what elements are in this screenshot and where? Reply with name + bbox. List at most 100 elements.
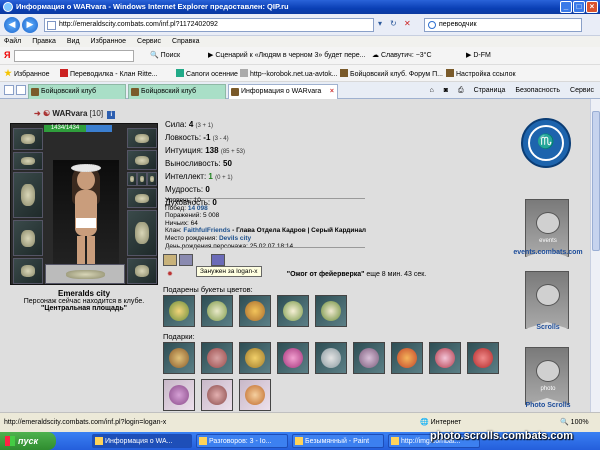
yandex-search-input[interactable] xyxy=(14,50,134,62)
url-field[interactable]: http://emeraldscity.combats.com/inf.pl?1… xyxy=(44,18,374,32)
fav-link-5[interactable]: Настройка ссылок xyxy=(446,69,516,78)
gift-item[interactable] xyxy=(429,342,461,374)
window-title: Информация о WARvara - Windows Internet … xyxy=(16,2,289,11)
feeds-icon[interactable]: ◙ xyxy=(444,87,448,95)
events-link[interactable]: events.combats.com xyxy=(513,249,583,256)
fav-link-4[interactable]: Бойцовский клуб. Форум П... xyxy=(340,69,443,78)
print-icon[interactable]: ⎙ xyxy=(458,87,464,95)
belt-slot[interactable] xyxy=(13,258,43,284)
minimize-button[interactable]: _ xyxy=(560,1,572,13)
location-city: Emeralds city xyxy=(57,289,111,298)
menu-help[interactable]: Справка xyxy=(172,36,199,47)
gift-item[interactable] xyxy=(163,342,195,374)
page-menu[interactable]: Страница xyxy=(474,87,506,95)
effect-icon[interactable] xyxy=(211,254,225,266)
home-icon[interactable]: ⌂ xyxy=(430,87,434,95)
events-badge[interactable]: ♏ xyxy=(521,118,571,168)
favorites-bar: Избранное Переводилка - Клан Ritte... Са… xyxy=(0,65,600,82)
ring3-slot[interactable] xyxy=(147,172,157,186)
tab-fight-club-1[interactable]: Бойцовский клуб xyxy=(28,84,126,99)
fav-link-1[interactable]: Переводилка - Клан Ritte... xyxy=(60,69,158,78)
start-button[interactable]: пуск xyxy=(0,432,56,450)
weapon-slot[interactable] xyxy=(13,172,43,218)
ring2-slot[interactable] xyxy=(137,172,147,186)
maximize-button[interactable]: □ xyxy=(573,1,585,13)
taskbar-item[interactable]: Разговоров: 3 - Io... xyxy=(196,434,288,448)
fav-link-3[interactable]: http--korobok.net.ua-avtok... xyxy=(240,69,338,78)
yandex-logo-icon[interactable]: Я xyxy=(4,50,10,60)
pet-slot[interactable] xyxy=(45,264,125,284)
toolbar-search-button[interactable]: 🔍 Поиск xyxy=(150,51,180,59)
fav-link-2[interactable]: Сапоги осенние xyxy=(176,69,238,78)
stop-icon[interactable]: ✕ xyxy=(404,19,411,28)
photo-scrolls-link[interactable]: Photo Scrolls xyxy=(513,402,583,409)
tab-fight-club-2[interactable]: Бойцовский клуб xyxy=(128,84,226,99)
toolbar-weather[interactable]: ☁ Славутич: −3°С xyxy=(372,51,432,59)
back-button[interactable]: ◀ xyxy=(4,17,20,33)
gift-item[interactable] xyxy=(315,342,347,374)
quick-tabs-icon[interactable] xyxy=(4,85,14,95)
menu-view[interactable]: Вид xyxy=(67,36,80,47)
gift-item[interactable] xyxy=(201,379,233,411)
flower-gift[interactable] xyxy=(201,295,233,327)
effect-icon[interactable] xyxy=(163,254,177,266)
gloves-slot[interactable] xyxy=(127,188,157,208)
ring1-slot[interactable] xyxy=(127,172,137,186)
effect-icon[interactable] xyxy=(179,254,193,266)
tools-menu[interactable]: Сервис xyxy=(570,87,594,95)
location-text: Персонаж сейчас находится в клубе. xyxy=(23,298,145,305)
scrolls-link[interactable]: Scrolls xyxy=(513,324,583,331)
toolbar-script-link[interactable]: ▶ Сценарий к «Людям в черном 3» будет пе… xyxy=(208,51,366,59)
security-menu[interactable]: Безопасность xyxy=(515,87,560,95)
gift-item[interactable] xyxy=(201,342,233,374)
flower-gift[interactable] xyxy=(315,295,347,327)
gift-item[interactable] xyxy=(277,342,309,374)
taskbar-item[interactable]: Безымянный - Paint xyxy=(292,434,384,448)
windows-logo-icon xyxy=(5,436,15,446)
refresh-icon[interactable]: ↻ xyxy=(390,19,397,28)
menu-favorites[interactable]: Избранное xyxy=(91,36,126,47)
gift-item[interactable] xyxy=(239,379,271,411)
gifts-title: Подарки: xyxy=(163,332,195,341)
scrolls-banner[interactable] xyxy=(525,271,569,329)
info-clan: Клан: FaithfulFriends - Глава Отдела Кад… xyxy=(165,227,367,235)
flower-gift[interactable] xyxy=(239,295,271,327)
gift-item[interactable] xyxy=(391,342,423,374)
gift-item[interactable] xyxy=(353,342,385,374)
tab-icon xyxy=(131,88,139,96)
gift-item[interactable] xyxy=(467,342,499,374)
close-tab-icon[interactable]: × xyxy=(330,85,334,98)
flower-gift[interactable] xyxy=(277,295,309,327)
gift-item[interactable] xyxy=(239,342,271,374)
helmet-slot[interactable] xyxy=(13,128,43,150)
search-input[interactable]: переводчик xyxy=(424,18,582,32)
bracers-slot[interactable] xyxy=(13,152,43,170)
tab-icon xyxy=(231,88,239,96)
earrings-slot[interactable] xyxy=(127,128,157,148)
taskbar-item[interactable]: Информация о WA... xyxy=(92,434,192,448)
dropdown-icon[interactable]: ▾ xyxy=(378,19,382,28)
photo-banner[interactable]: photo xyxy=(525,347,569,405)
tab-character-info[interactable]: Информация о WARvara × xyxy=(228,84,338,99)
menu-tools[interactable]: Сервис xyxy=(137,36,161,47)
menu-file[interactable]: Файл xyxy=(4,36,21,47)
toolbar-dfm[interactable]: ▶ D-FM xyxy=(466,51,491,59)
vertical-scrollbar[interactable] xyxy=(590,99,600,412)
boots-slot[interactable] xyxy=(127,258,157,284)
favorites-button[interactable]: Избранное xyxy=(4,69,49,78)
shield-slot[interactable] xyxy=(127,210,157,256)
close-button[interactable]: × xyxy=(586,1,598,13)
watermark: photo.scrolls.combats.com xyxy=(430,430,574,442)
amulet-slot[interactable] xyxy=(127,150,157,170)
menu-edit[interactable]: Правка xyxy=(32,36,56,47)
clan-link[interactable]: FaithfulFriends xyxy=(183,227,230,234)
info-icon[interactable]: i xyxy=(107,111,116,119)
flower-gift[interactable] xyxy=(163,295,195,327)
gift-item[interactable] xyxy=(163,379,195,411)
location-place: "Центральная площадь" xyxy=(41,305,127,312)
effects-block: ✹ "Ожог от фейерверка" еще 8 мин. 43 сек… xyxy=(163,252,563,282)
armor-slot[interactable] xyxy=(13,220,43,256)
stat-row: Сила: 4 (3 + 1) xyxy=(165,120,214,129)
tab-list-icon[interactable] xyxy=(16,85,26,95)
forward-button[interactable]: ▶ xyxy=(22,17,38,33)
